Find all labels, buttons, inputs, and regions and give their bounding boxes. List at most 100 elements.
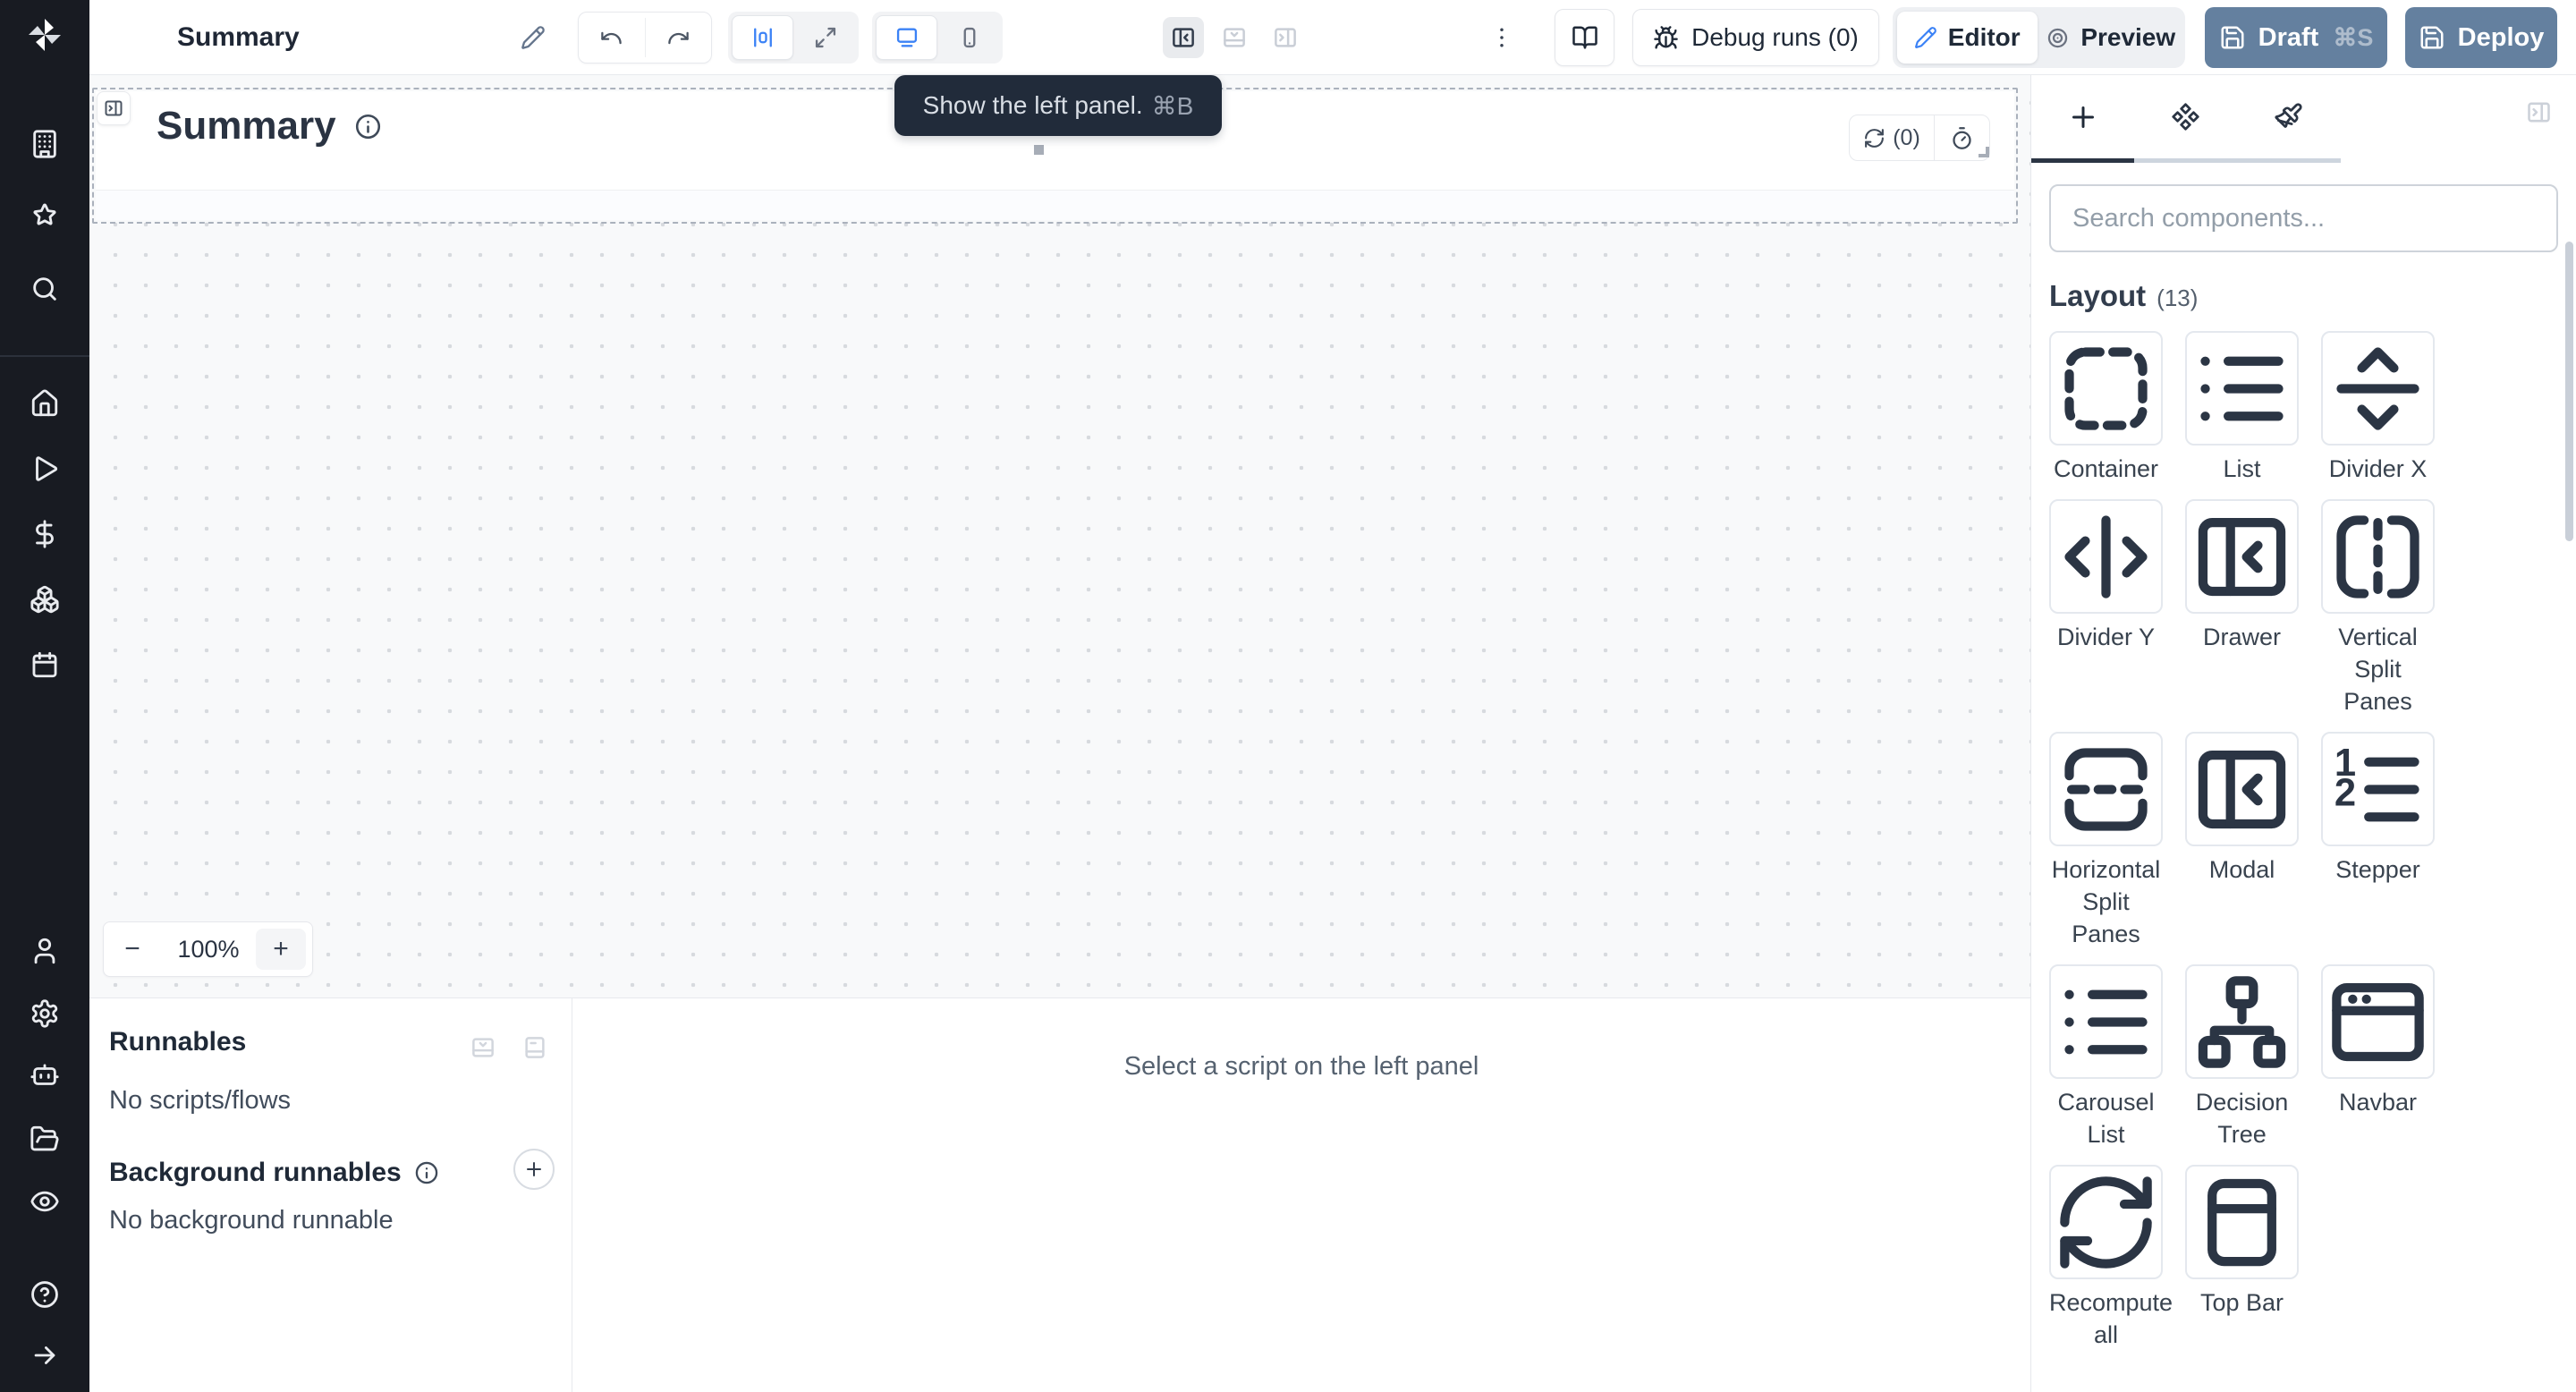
- draft-button[interactable]: Draft ⌘S: [2205, 7, 2387, 68]
- component-card-top-bar[interactable]: Top Bar: [2185, 1165, 2299, 1319]
- component-card-modal[interactable]: Modal: [2185, 732, 2299, 886]
- app-title: Summary: [177, 0, 300, 75]
- save-icon: [2419, 24, 2445, 51]
- sidebar-item-arrow-right[interactable]: [29, 1339, 61, 1371]
- sidebar-item-star[interactable]: [29, 200, 61, 233]
- folder-open-icon: [30, 1124, 60, 1154]
- component-card-navbar[interactable]: Navbar: [2321, 964, 2435, 1118]
- tab-insert-component[interactable]: [2031, 75, 2134, 158]
- settings-icon: [30, 998, 60, 1029]
- undo-button[interactable]: [579, 13, 645, 63]
- sidebar-item-building[interactable]: [29, 128, 61, 160]
- play-icon: [30, 454, 60, 484]
- panel-left-icon: [1170, 24, 1197, 51]
- component-card-recompute-all[interactable]: Recompute all: [2049, 1165, 2163, 1351]
- boxes-icon: [30, 584, 60, 615]
- draft-shortcut: ⌘S: [2333, 24, 2373, 52]
- add-background-runnable-button[interactable]: [513, 1149, 555, 1190]
- calendar-icon: [30, 649, 60, 680]
- deploy-button[interactable]: Deploy: [2405, 7, 2557, 68]
- component-card-stepper[interactable]: 12 Stepper: [2321, 732, 2435, 886]
- collapse-right-panel-icon[interactable]: [2525, 98, 2553, 126]
- sidebar-item-help[interactable]: [29, 1278, 61, 1311]
- component-card-horizontal-split-panes[interactable]: Horizontal Split Panes: [2049, 732, 2163, 950]
- bot-icon: [30, 1061, 60, 1091]
- full-width-toggle[interactable]: [795, 15, 855, 60]
- sidebar-item-play[interactable]: [29, 453, 61, 485]
- sidebar-item-user[interactable]: [29, 935, 61, 967]
- drawer-icon: [2185, 499, 2299, 614]
- toggle-left-panel-button[interactable]: [1163, 17, 1204, 58]
- component-card-divider-y[interactable]: Divider Y: [2049, 499, 2163, 653]
- tooltip: Show the left panel. ⌘B: [894, 75, 1222, 136]
- deploy-label: Deploy: [2458, 23, 2545, 53]
- decision-tree-icon: [2185, 964, 2299, 1079]
- info-icon[interactable]: [354, 113, 382, 140]
- sidebar-item-boxes[interactable]: [29, 583, 61, 615]
- redo-button[interactable]: [646, 13, 712, 63]
- sidebar-divider: [0, 355, 89, 357]
- dock-panel-icon[interactable]: [521, 1034, 548, 1061]
- toggle-bottom-panel-button[interactable]: [1214, 17, 1255, 58]
- refresh-button[interactable]: (0): [1850, 115, 1934, 160]
- sidebar-item-eye[interactable]: [29, 1185, 61, 1218]
- collapse-panel-icon[interactable]: [470, 1034, 496, 1061]
- component-card-list[interactable]: List: [2185, 331, 2299, 485]
- app-canvas[interactable]: Summary (0) − 100% +: [89, 75, 2030, 997]
- resize-handle[interactable]: [1034, 145, 1044, 155]
- component-card-decision-tree[interactable]: Decision Tree: [2185, 964, 2299, 1150]
- building-icon: [30, 129, 60, 159]
- help-icon: [30, 1279, 60, 1310]
- background-runnables-empty-text: No background runnable: [109, 1206, 394, 1235]
- tab-preview[interactable]: Preview: [2041, 12, 2182, 64]
- component-label: Decision Tree: [2185, 1086, 2299, 1150]
- component-card-divider-x[interactable]: Divider X: [2321, 331, 2435, 485]
- bottom-panel: Runnables No scripts/flows Background ru…: [89, 997, 2030, 1392]
- scrollbar-thumb[interactable]: [2565, 242, 2573, 541]
- stepper-icon: 12: [2321, 732, 2435, 846]
- component-panel-body: Layout (13) ContainerListDivider XDivide…: [2049, 184, 2558, 1392]
- sidebar-item-bot[interactable]: [29, 1060, 61, 1092]
- windmill-logo[interactable]: [24, 14, 65, 55]
- desktop-toggle[interactable]: [876, 15, 937, 60]
- component-label: Stepper: [2321, 853, 2435, 886]
- sidebar-item-search[interactable]: [29, 273, 61, 305]
- sidebar-item-calendar[interactable]: [29, 649, 61, 681]
- tab-styling[interactable]: [2237, 75, 2340, 158]
- zoom-out-button[interactable]: −: [104, 922, 161, 976]
- mobile-toggle[interactable]: [939, 15, 999, 60]
- search-components-input[interactable]: [2049, 184, 2558, 252]
- component-card-carousel-list[interactable]: Carousel List: [2049, 964, 2163, 1150]
- sidebar-item-dollar[interactable]: [29, 518, 61, 550]
- component-card-container[interactable]: Container: [2049, 331, 2163, 485]
- tooltip-shortcut: ⌘B: [1152, 91, 1194, 121]
- tab-editor[interactable]: Editor: [1897, 12, 2038, 64]
- edit-title-icon[interactable]: [521, 25, 546, 50]
- zoom-in-button[interactable]: +: [256, 929, 306, 970]
- section-heading-tabs: Tabs (2): [2049, 1387, 2558, 1392]
- undo-redo-group: [578, 12, 712, 64]
- component-card-vertical-split-panes[interactable]: Vertical Split Panes: [2321, 499, 2435, 717]
- bug-icon: [1653, 25, 1679, 51]
- info-icon[interactable]: [414, 1160, 439, 1185]
- sidebar-item-settings[interactable]: [29, 997, 61, 1030]
- tab-underline: [2134, 158, 2341, 163]
- centered-layout-toggle[interactable]: [732, 15, 793, 60]
- panel-bottom-icon: [1221, 24, 1248, 51]
- docs-button[interactable]: [1555, 9, 1614, 66]
- sidebar-item-home[interactable]: [29, 387, 61, 420]
- component-card-drawer[interactable]: Drawer: [2185, 499, 2299, 653]
- background-runnables-title: Background runnables: [109, 1158, 402, 1188]
- open-left-panel-button[interactable]: [97, 91, 131, 125]
- toggle-right-panel-button[interactable]: [1265, 17, 1306, 58]
- tab-component-settings[interactable]: [2134, 75, 2237, 158]
- layout-components-grid: ContainerListDivider X Divider YDrawerVer…: [2049, 331, 2558, 1351]
- component-label: Vertical Split Panes: [2321, 621, 2435, 717]
- main-sidebar: [0, 0, 89, 1392]
- debug-runs-button[interactable]: Debug runs (0): [1632, 9, 1879, 66]
- script-hint: Select a script on the left panel: [572, 1052, 2030, 1082]
- component-label: Carousel List: [2049, 1086, 2163, 1150]
- sidebar-item-folder-open[interactable]: [29, 1123, 61, 1155]
- resize-corner-handle[interactable]: [1979, 147, 1989, 157]
- more-menu-button[interactable]: [1477, 13, 1527, 63]
